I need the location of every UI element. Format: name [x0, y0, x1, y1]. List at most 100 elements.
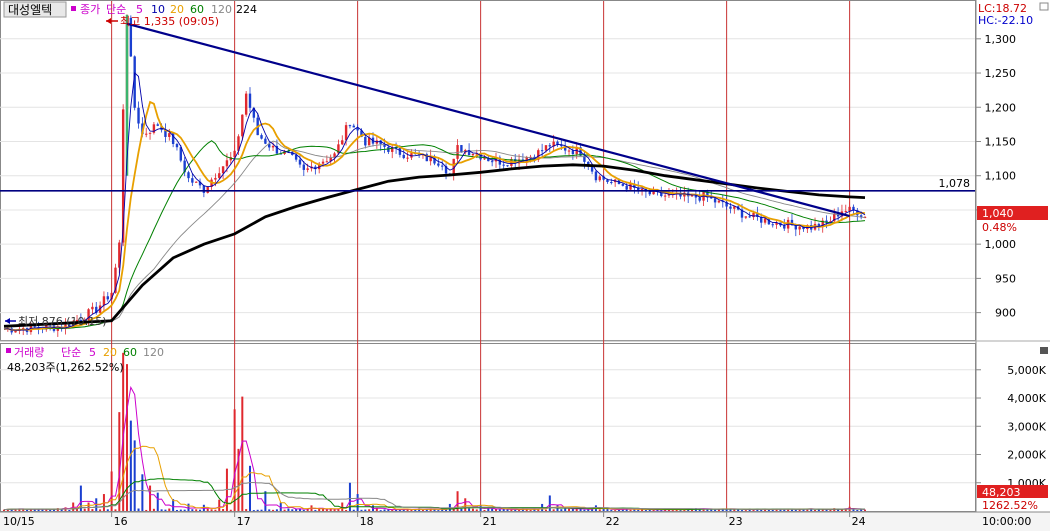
high-annotation: 최고 1,335 (09:05) [106, 15, 219, 28]
volume-bar [114, 509, 117, 511]
volume-bar [829, 509, 832, 511]
volume-bar [825, 509, 828, 511]
volume-bar [222, 509, 225, 511]
volume-bar [860, 509, 863, 511]
candle-body [752, 212, 755, 218]
volume-bar [475, 509, 478, 511]
volume-bar [383, 509, 386, 511]
volume-bar [314, 510, 317, 512]
candle-body [102, 296, 106, 306]
candle-body [398, 147, 402, 155]
volume-bar [291, 509, 294, 511]
volume-bar [856, 510, 859, 512]
candle-body [590, 166, 594, 172]
volume-bar [564, 508, 567, 511]
legend-close-label: 종가 [80, 3, 100, 16]
candle-body [713, 198, 717, 203]
candle-body [106, 296, 109, 300]
candle-body [306, 168, 309, 170]
volume-bar [598, 509, 601, 511]
candle-body [629, 183, 632, 190]
y-tick-label: 1,200 [985, 101, 1017, 114]
volume-y-tick-label: 2,000K [1007, 449, 1046, 462]
candle-body [783, 225, 786, 229]
candle-body [594, 171, 598, 181]
volume-y-tick-label: 3,000K [1007, 420, 1046, 433]
volume-bar [379, 510, 382, 512]
candle-body [744, 216, 748, 218]
candle-body [571, 150, 575, 155]
volume-y-tick-label: 5,000K [1007, 364, 1046, 377]
volume-bar [644, 510, 647, 512]
volume-bar [187, 503, 190, 511]
volume-legend-marker [6, 348, 11, 353]
volume-bar [245, 509, 248, 511]
panel-collapse-icon[interactable] [1040, 347, 1048, 354]
x-tick-label: 17 [237, 515, 251, 528]
volume-legend-label: 거래량 [14, 346, 44, 359]
candle-body [214, 177, 217, 180]
candle-body [341, 140, 344, 145]
volume-bar [514, 509, 517, 511]
candle-body [191, 178, 194, 183]
candle-body [567, 150, 571, 152]
volume-bar [91, 509, 94, 511]
y-tick-label: 1,250 [985, 67, 1017, 80]
x-tick-label: 18 [360, 515, 374, 528]
volume-bar [229, 509, 232, 511]
panel-menu-icon[interactable] [1039, 2, 1049, 11]
volume-bar [548, 495, 551, 511]
volume-bar [118, 412, 121, 511]
volume-bar [437, 510, 440, 512]
candle-body [406, 157, 409, 159]
volume-bar [741, 510, 743, 512]
volume-bar [410, 509, 413, 511]
candle-body [848, 206, 851, 212]
y-tick-label: 1,000 [985, 238, 1017, 251]
volume-bar [83, 508, 86, 511]
volume-bar [272, 509, 275, 511]
candle-body [729, 206, 732, 209]
volume-bar [275, 509, 278, 511]
candle-body [663, 195, 667, 197]
candle-body [698, 197, 701, 201]
time-label: 10:00:00 [982, 515, 1031, 528]
candle-body [294, 154, 298, 160]
candle-body [325, 161, 329, 163]
volume-bar [179, 509, 182, 511]
candle-body [175, 143, 179, 148]
y-tick-label: 1,300 [985, 33, 1017, 46]
volume-legend-ma120: 120 [143, 346, 164, 359]
volume-bar [510, 509, 513, 511]
candle-body [771, 224, 774, 226]
volume-bar [195, 509, 198, 511]
candle-body [145, 133, 148, 135]
volume-bar [744, 510, 747, 512]
volume-bar [256, 509, 259, 511]
candle-body [540, 150, 544, 152]
x-tick-label: 16 [114, 515, 128, 528]
candle-body [348, 125, 352, 127]
volume-bar [302, 509, 305, 511]
candle-body [748, 216, 751, 218]
volume-bar [360, 509, 363, 511]
candle-body [717, 200, 721, 203]
candle-body [506, 165, 509, 167]
volume-bar [544, 509, 547, 511]
volume-bar [487, 508, 490, 511]
volume-bar [629, 509, 632, 511]
y-tick-label: 900 [995, 307, 1016, 320]
volume-bar [364, 509, 367, 511]
volume-bar [287, 508, 290, 511]
candle-body [483, 158, 486, 160]
y-tick-label: 1,150 [985, 135, 1017, 148]
candle-body [206, 186, 209, 193]
volume-bar [345, 509, 348, 511]
volume-bar [760, 509, 763, 511]
volume-bar [137, 508, 140, 511]
volume-bar [260, 509, 263, 511]
volume-bar [421, 510, 424, 512]
volume-legend-ma60: 60 [123, 346, 137, 359]
candle-body [610, 182, 613, 184]
volume-bar [68, 509, 71, 511]
